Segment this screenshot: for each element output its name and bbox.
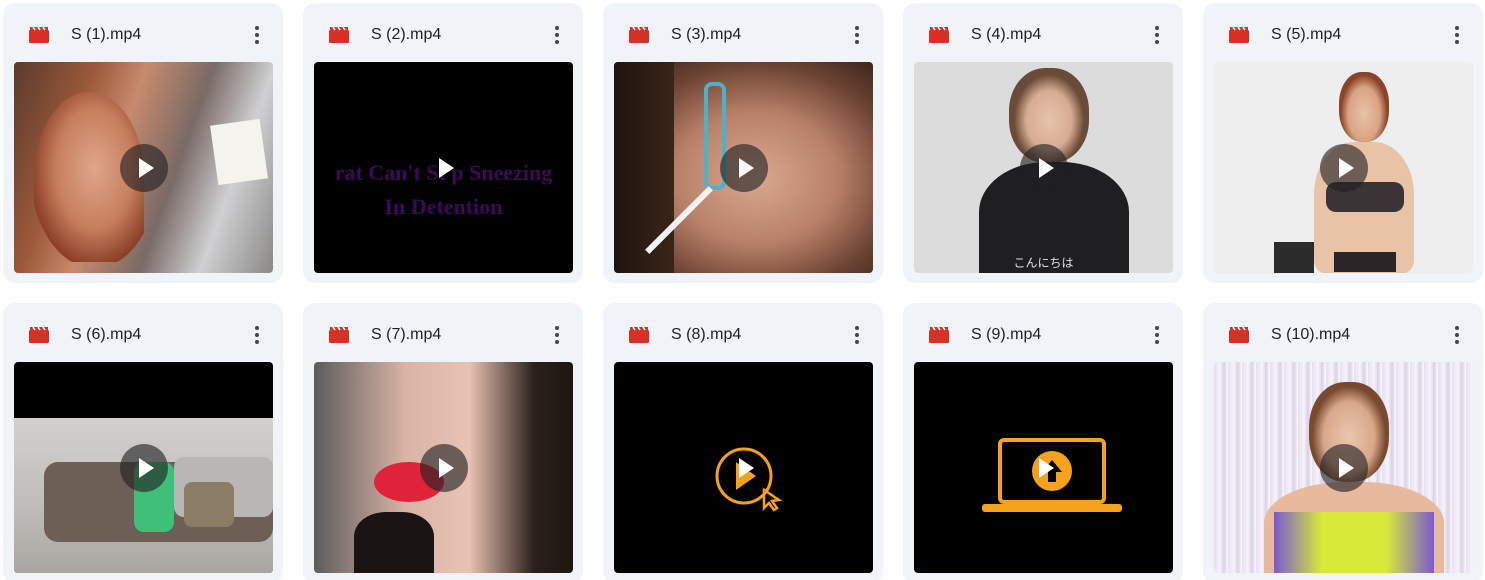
play-icon[interactable] [720,444,768,492]
file-card-header: S (10).mp4 [1203,303,1483,361]
file-card-1[interactable]: S (1).mp4 [3,3,283,283]
more-vert-icon[interactable] [1145,21,1169,49]
video-file-icon [1229,27,1249,43]
video-thumbnail[interactable]: こんにちは [914,62,1173,273]
more-vert-icon[interactable] [1445,21,1469,49]
more-vert-icon[interactable] [545,21,569,49]
video-thumbnail[interactable] [1214,62,1473,273]
video-thumbnail[interactable] [1214,362,1473,573]
video-file-icon [929,327,949,343]
more-vert-icon[interactable] [1145,321,1169,349]
play-icon[interactable] [419,443,468,492]
file-card-3[interactable]: S (3).mp4 [603,3,883,283]
file-card-header: S (5).mp4 [1203,3,1483,61]
video-file-icon [29,27,49,43]
video-file-icon [329,27,349,43]
file-card-header: S (4).mp4 [903,3,1183,61]
file-name: S (2).mp4 [371,26,442,43]
video-file-icon [629,327,649,343]
file-card-header: S (7).mp4 [303,303,583,361]
file-card-10[interactable]: S (10).mp4 [1203,303,1483,580]
play-icon[interactable] [1020,444,1068,492]
file-name: S (1).mp4 [71,26,142,43]
file-card-header: S (9).mp4 [903,303,1183,361]
file-card-9[interactable]: S (9).mp4 [903,303,1183,580]
file-card-7[interactable]: S (7).mp4 [303,303,583,580]
video-thumbnail[interactable] [614,62,873,273]
play-icon[interactable] [719,143,768,192]
file-card-8[interactable]: S (8).mp4 [603,303,883,580]
file-card-header: S (1).mp4 [3,3,283,61]
file-name: S (3).mp4 [671,26,742,43]
file-grid: S (1).mp4 S (2).mp4 rat Can't St p Sneez… [0,0,1485,580]
file-name: S (7).mp4 [371,326,442,343]
file-card-header: S (6).mp4 [3,303,283,361]
play-icon[interactable] [1019,143,1068,192]
file-name: S (9).mp4 [971,326,1042,343]
video-thumbnail[interactable] [914,362,1173,573]
more-vert-icon[interactable] [845,21,869,49]
file-card-2[interactable]: S (2).mp4 rat Can't St p Sneezing In Det… [303,3,583,283]
video-overlay-text: In Detention [384,194,503,219]
file-name: S (8).mp4 [671,326,742,343]
file-card-6[interactable]: S (6).mp4 [3,303,283,580]
video-file-icon [329,327,349,343]
video-thumbnail[interactable] [14,362,273,573]
video-caption: こんにちは [1013,256,1074,270]
play-icon[interactable] [1319,143,1368,192]
video-file-icon [929,27,949,43]
file-name: S (4).mp4 [971,26,1042,43]
more-vert-icon[interactable] [545,321,569,349]
play-icon[interactable] [119,443,168,492]
video-file-icon [629,27,649,43]
video-thumbnail[interactable] [14,62,273,273]
video-file-icon [29,327,49,343]
file-card-header: S (3).mp4 [603,3,883,61]
play-icon[interactable] [420,144,468,192]
file-card-5[interactable]: S (5).mp4 [1203,3,1483,283]
more-vert-icon[interactable] [245,21,269,49]
file-card-4[interactable]: S (4).mp4 こんにちは [903,3,1183,283]
more-vert-icon[interactable] [845,321,869,349]
file-name: S (6).mp4 [71,326,142,343]
play-icon[interactable] [1319,443,1368,492]
video-thumbnail[interactable] [314,362,573,573]
file-name: S (10).mp4 [1271,326,1351,343]
file-card-header: S (2).mp4 [303,3,583,61]
file-name: S (5).mp4 [1271,26,1342,43]
play-icon[interactable] [119,143,168,192]
video-thumbnail[interactable]: rat Can't St p Sneezing In Detention [314,62,573,273]
more-vert-icon[interactable] [245,321,269,349]
file-card-header: S (8).mp4 [603,303,883,361]
more-vert-icon[interactable] [1445,321,1469,349]
video-thumbnail[interactable] [614,362,873,573]
video-file-icon [1229,327,1249,343]
